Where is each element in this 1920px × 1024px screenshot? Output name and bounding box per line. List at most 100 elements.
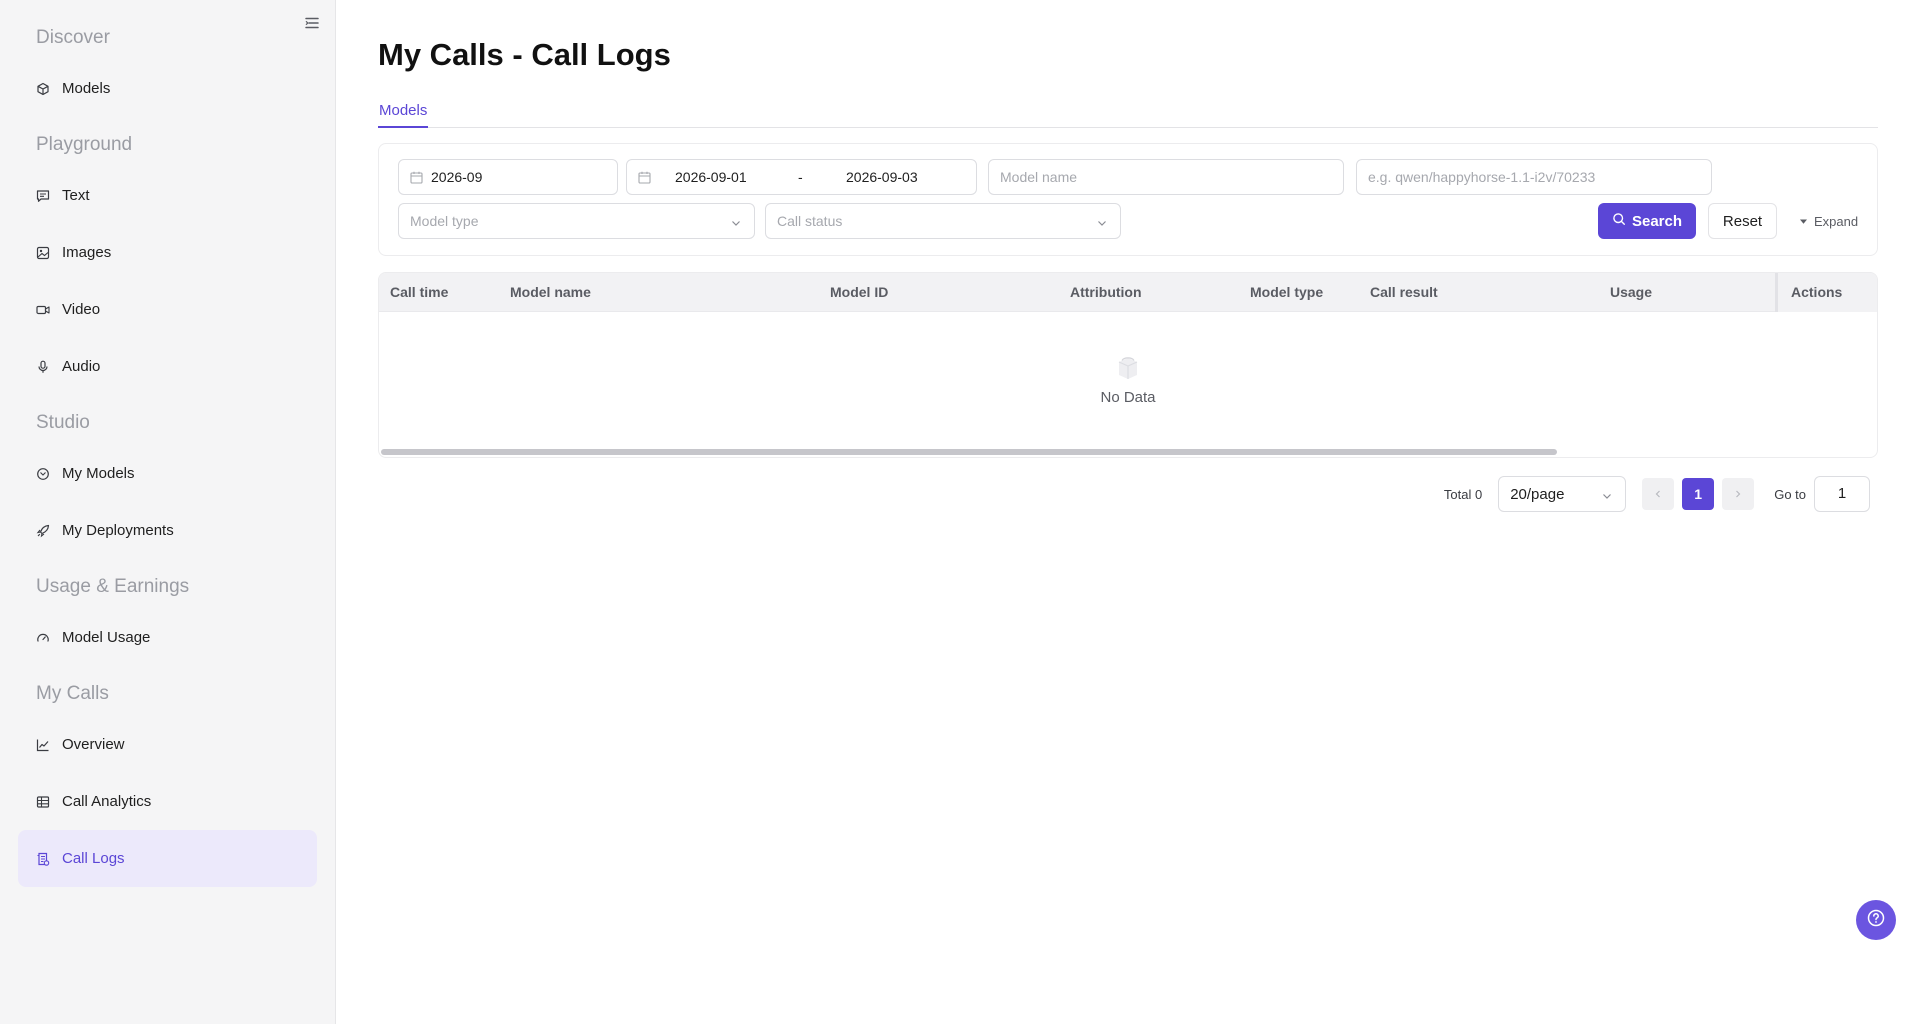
sidebar-item-model-usage[interactable]: Model Usage xyxy=(18,609,317,666)
section-discover: Discover xyxy=(36,27,110,48)
sidebar-item-images[interactable]: Images xyxy=(18,224,317,281)
month-picker[interactable]: 2026-09 xyxy=(398,159,618,195)
call-logs-table: Call time Model name Model ID Attributio… xyxy=(378,272,1878,458)
section-playground: Playground xyxy=(36,134,133,155)
sidebar-item-text[interactable]: Text xyxy=(18,167,317,224)
reset-button[interactable]: Reset xyxy=(1708,203,1777,239)
sidebar-item-label: Models xyxy=(62,80,111,97)
horizontal-scrollbar[interactable] xyxy=(381,449,1557,455)
filter-panel: 2026-09 2026-09-01 - 2026-09-03 Model na… xyxy=(378,143,1878,256)
range-end[interactable]: 2026-09-03 xyxy=(846,169,918,185)
search-button-label: Search xyxy=(1631,212,1683,230)
next-page-button[interactable] xyxy=(1722,478,1755,510)
tab-models[interactable]: Models xyxy=(378,98,429,128)
model-type-placeholder: Model type xyxy=(410,213,479,229)
search-icon xyxy=(1612,212,1626,230)
image-icon xyxy=(36,246,50,260)
chevron-left-icon xyxy=(1653,486,1663,502)
table-header: Call time Model name Model ID Attributio… xyxy=(379,273,1877,312)
model-id-placeholder: e.g. qwen/happyhorse-1.1-i2v/70233 xyxy=(1368,169,1596,185)
caret-down-icon xyxy=(1799,214,1808,229)
pagination: Total 0 20/page 1 Go to 1 xyxy=(1444,476,1870,512)
date-range-picker[interactable]: 2026-09-01 - 2026-09-03 xyxy=(626,159,977,195)
sidebar-item-audio[interactable]: Audio xyxy=(18,338,317,395)
sidebar-item-label: Text xyxy=(62,187,90,204)
sidebar-item-call-analytics[interactable]: Call Analytics xyxy=(18,773,317,830)
column-header-model-id[interactable]: Model ID xyxy=(830,273,888,312)
video-camera-icon xyxy=(36,303,50,317)
main-content: My Calls - Call Logs Models 2026-09 2026… xyxy=(336,0,1920,1024)
expand-label: Expand xyxy=(1814,214,1859,229)
total-count: Total 0 xyxy=(1443,486,1483,502)
line-chart-icon xyxy=(36,738,50,752)
chevron-down-icon xyxy=(1096,216,1108,228)
section-studio: Studio xyxy=(36,412,90,433)
range-separator: - xyxy=(798,169,803,185)
sidebar-item-label: Overview xyxy=(62,736,125,753)
chevron-right-icon xyxy=(1733,486,1743,502)
model-brain-icon xyxy=(36,467,50,481)
rocket-icon xyxy=(36,524,50,538)
model-name-input[interactable]: Model name xyxy=(988,159,1344,195)
range-start[interactable]: 2026-09-01 xyxy=(675,169,747,185)
page-size-select[interactable]: 20/page xyxy=(1498,476,1627,512)
app-root: Discover Models Playground Text Images V… xyxy=(0,0,1920,1024)
month-value: 2026-09 xyxy=(431,169,483,185)
empty-box-icon xyxy=(1113,353,1143,383)
sidebar-item-my-deployments[interactable]: My Deployments xyxy=(18,502,317,559)
sidebar-item-video[interactable]: Video xyxy=(18,281,317,338)
sidebar-item-my-models[interactable]: My Models xyxy=(18,445,317,502)
sidebar-item-label: My Models xyxy=(62,465,135,482)
column-header-usage[interactable]: Usage xyxy=(1610,273,1652,312)
calendar-icon xyxy=(638,171,651,184)
table-grid-icon xyxy=(36,795,50,809)
sidebar-item-label: My Deployments xyxy=(62,522,174,539)
page-title: My Calls - Call Logs xyxy=(378,37,671,72)
call-status-select[interactable]: Call status xyxy=(765,203,1121,239)
log-list-icon xyxy=(36,852,50,866)
sidebar-item-label: Call Logs xyxy=(62,850,125,867)
reset-button-label: Reset xyxy=(1722,212,1763,230)
sidebar-item-call-logs[interactable]: Call Logs xyxy=(18,830,317,887)
empty-state: No Data xyxy=(379,353,1877,406)
prev-page-button[interactable] xyxy=(1642,478,1675,510)
model-name-placeholder: Model name xyxy=(1000,169,1078,185)
model-id-input[interactable]: e.g. qwen/happyhorse-1.1-i2v/70233 xyxy=(1356,159,1712,195)
microphone-icon xyxy=(36,360,50,374)
menu-collapse-icon[interactable] xyxy=(303,14,321,32)
column-header-call-result[interactable]: Call result xyxy=(1370,273,1438,312)
sidebar-item-label: Model Usage xyxy=(62,629,151,646)
gauge-icon xyxy=(36,631,50,645)
sidebar: Discover Models Playground Text Images V… xyxy=(0,0,336,1024)
column-header-model-name[interactable]: Model name xyxy=(510,273,591,312)
column-header-actions: Actions xyxy=(1775,273,1877,312)
column-header-model-type[interactable]: Model type xyxy=(1250,273,1323,312)
empty-state-text: No Data xyxy=(1100,389,1156,406)
sidebar-item-label: Call Analytics xyxy=(62,793,152,810)
expand-toggle[interactable]: Expand xyxy=(1799,214,1858,229)
search-button[interactable]: Search xyxy=(1598,203,1696,239)
page-button-current[interactable]: 1 xyxy=(1682,478,1715,510)
tab-bar: Models xyxy=(378,98,1878,128)
chat-text-icon xyxy=(36,189,50,203)
sidebar-item-models[interactable]: Models xyxy=(18,60,317,117)
sidebar-item-label: Audio xyxy=(62,358,101,375)
page-size-value: 20/page xyxy=(1510,485,1565,503)
column-header-call-time[interactable]: Call time xyxy=(390,273,448,312)
call-status-placeholder: Call status xyxy=(777,213,843,229)
column-header-attribution[interactable]: Attribution xyxy=(1070,273,1142,312)
question-circle-icon xyxy=(1866,908,1886,933)
goto-page-input[interactable]: 1 xyxy=(1814,476,1870,512)
chevron-down-icon xyxy=(1601,489,1613,501)
help-button[interactable] xyxy=(1856,900,1896,940)
chevron-down-icon xyxy=(730,216,742,228)
models-icon xyxy=(36,82,50,96)
section-usage-earnings: Usage & Earnings xyxy=(36,576,190,597)
calendar-icon xyxy=(410,171,423,184)
goto-label: Go to xyxy=(1774,486,1806,502)
sidebar-item-label: Video xyxy=(62,301,101,318)
sidebar-item-label: Images xyxy=(62,244,112,261)
section-my-calls: My Calls xyxy=(36,683,109,704)
model-type-select[interactable]: Model type xyxy=(398,203,755,239)
sidebar-item-overview[interactable]: Overview xyxy=(18,716,317,773)
